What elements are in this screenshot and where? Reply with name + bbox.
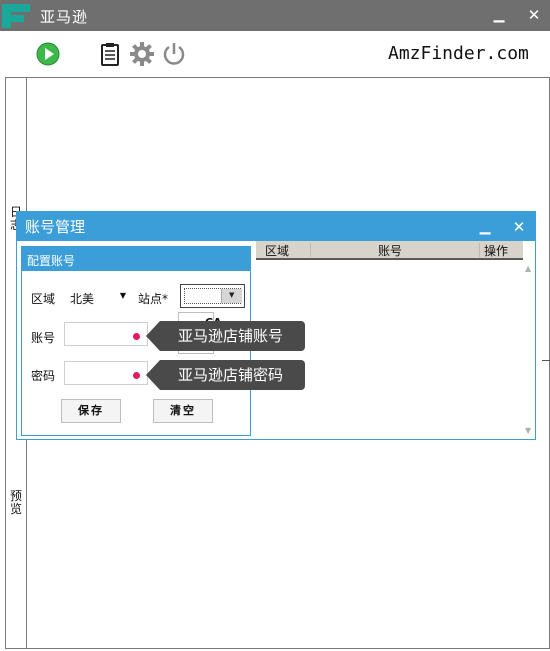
password-tooltip-text: 亚马逊店铺密码 <box>178 366 284 384</box>
divider <box>542 360 550 361</box>
dialog-minimize-button[interactable]: ▁ <box>477 218 493 236</box>
gear-icon[interactable] <box>129 41 155 67</box>
site-select-field[interactable]: ▼ <box>184 288 242 304</box>
site-label: 站点* <box>138 292 169 306</box>
power-icon[interactable] <box>161 41 187 67</box>
password-label: 密码 <box>31 369 56 383</box>
toolbar: AmzFinder.com <box>0 31 550 77</box>
region-value: 北美 <box>70 292 95 306</box>
site-select[interactable]: ▼ <box>180 284 245 308</box>
column-header-account[interactable]: 账号 <box>378 242 402 259</box>
title-bar: 亚马逊 ▁ ✕ <box>0 0 550 31</box>
password-tooltip: 亚马逊店铺密码 <box>146 360 305 390</box>
clear-button[interactable]: 清空 <box>153 399 213 423</box>
required-marker <box>133 372 140 379</box>
window-minimize-button[interactable]: ▁ <box>491 6 507 24</box>
dialog-title-bar[interactable]: 账号管理 ▁ ✕ <box>17 212 535 241</box>
column-divider <box>310 243 311 257</box>
scroll-up-arrow[interactable]: ▲ <box>525 264 531 273</box>
brand-text: AmzFinder.com <box>388 43 529 64</box>
required-marker <box>133 333 140 340</box>
column-divider <box>479 243 480 257</box>
app-logo <box>0 3 32 29</box>
region-select[interactable]: 北美 ▼ <box>70 290 126 306</box>
config-panel-header: 配置账号 <box>22 247 250 271</box>
dialog-close-button[interactable]: ✕ <box>511 218 527 236</box>
chevron-down-icon: ▼ <box>119 291 126 300</box>
play-icon[interactable] <box>35 41 61 67</box>
site-dropdown-button[interactable]: ▼ <box>221 289 242 303</box>
clipboard-icon[interactable] <box>97 41 123 67</box>
window-title: 亚马逊 <box>40 8 89 26</box>
column-header-region[interactable]: 区域 <box>265 242 289 259</box>
window-close-button[interactable]: ✕ <box>525 6 543 24</box>
account-tooltip: 亚马逊店铺账号 <box>146 321 305 351</box>
region-label: 区域 <box>31 292 56 306</box>
column-header-action[interactable]: 操作 <box>484 242 508 259</box>
chevron-down-icon: ▼ <box>229 291 235 299</box>
dialog-title: 账号管理 <box>25 218 86 236</box>
account-table-header: 区域 账号 操作 <box>256 241 523 260</box>
account-label: 账号 <box>31 331 56 345</box>
scroll-down-arrow[interactable]: ▼ <box>525 426 531 435</box>
side-tab-preview[interactable]: 预览 <box>10 490 23 516</box>
account-tooltip-text: 亚马逊店铺账号 <box>178 327 284 345</box>
save-button[interactable]: 保存 <box>61 399 121 423</box>
